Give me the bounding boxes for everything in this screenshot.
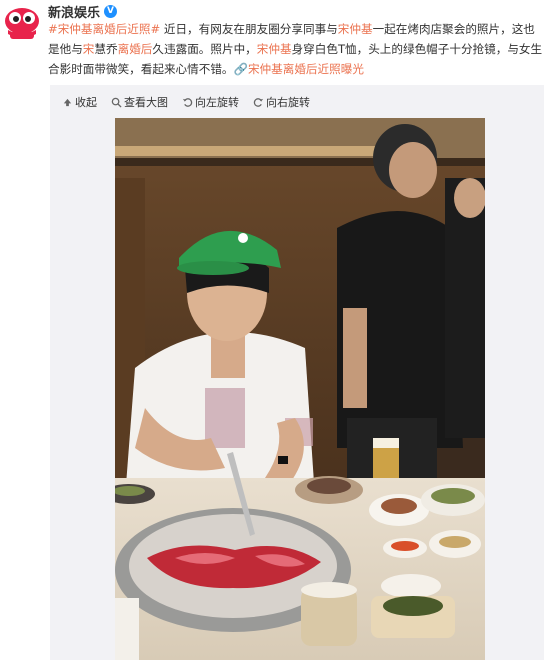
link-icon: 🔗	[233, 62, 248, 76]
avatar[interactable]	[2, 2, 42, 42]
view-large-button[interactable]: 查看大图	[111, 92, 168, 112]
rotate-right-icon	[253, 97, 264, 107]
mention-link[interactable]: 宋仲基	[338, 22, 373, 36]
restaurant-photo-illustration	[115, 118, 485, 660]
collapse-button[interactable]: 收起	[62, 92, 97, 112]
collapse-arrow-icon	[63, 98, 72, 106]
rotate-left-button[interactable]: 向左旋转	[182, 92, 239, 112]
post-text: 久违露面。照片中，	[152, 42, 257, 56]
hashtag-link[interactable]: #宋仲基离婚后近照#	[48, 22, 160, 36]
article-link[interactable]: 🔗宋仲基离婚后近照	[234, 62, 341, 76]
link-suffix[interactable]: 曝光	[341, 62, 364, 76]
magnifier-icon	[111, 97, 122, 108]
post-text: 慧乔	[94, 42, 118, 56]
mention-link[interactable]: 宋	[83, 42, 95, 56]
sina-eye-logo-icon	[3, 3, 41, 41]
rotate-left-icon	[182, 97, 193, 107]
post-content: #宋仲基离婚后近照# 近日，有网友在朋友圈分享同事与宋仲基一起在烤肉店聚会的照片…	[48, 19, 544, 79]
media-toolbar: 收起 查看大图 向左旋转 向右旋转	[62, 92, 310, 112]
verified-badge-icon: V	[104, 5, 118, 18]
post-photo[interactable]	[115, 118, 485, 660]
mention-link[interactable]: 离婚后	[118, 42, 153, 56]
rotate-right-button[interactable]: 向右旋转	[253, 92, 310, 112]
mention-link[interactable]: 宋仲基	[257, 42, 292, 56]
post-text: 近日，有网友在朋友圈分享同事与	[160, 22, 338, 36]
